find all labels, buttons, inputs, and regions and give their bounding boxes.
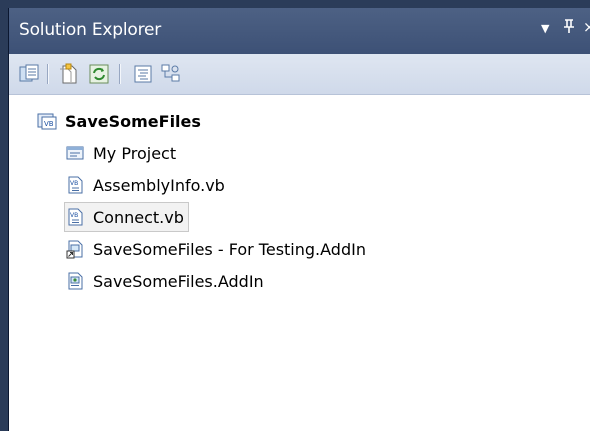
tree-root-label: SaveSomeFiles	[65, 111, 201, 131]
my-project-icon	[65, 143, 85, 163]
tree-item-label: SaveSomeFiles - For Testing.AddIn	[93, 239, 366, 259]
svg-text:VB: VB	[44, 120, 54, 128]
refresh-icon[interactable]	[87, 62, 111, 86]
addin-shortcut-icon	[65, 239, 85, 259]
view-code-icon[interactable]	[131, 62, 155, 86]
tree-item-connect-selected[interactable]: VB Connect.vb	[64, 202, 189, 232]
vb-project-icon: VB	[37, 111, 57, 131]
toolbar	[9, 54, 590, 95]
tree-item-addin-file[interactable]: SaveSomeFiles.AddIn	[65, 268, 264, 294]
solution-explorer-panel: Solution Explorer ▼ × VB SaveSomeFiles M…	[8, 8, 590, 431]
vb-file-icon: VB	[65, 175, 85, 195]
vb-file-icon: VB	[65, 207, 85, 227]
solution-tree: VB SaveSomeFiles My Project VB AssemblyI…	[9, 94, 590, 431]
tree-item-label: My Project	[93, 143, 177, 163]
dropdown-icon[interactable]: ▼	[541, 22, 549, 35]
tree-root-project[interactable]: VB SaveSomeFiles	[37, 108, 201, 134]
addin-file-icon	[65, 271, 85, 291]
tree-item-label: AssemblyInfo.vb	[93, 175, 225, 195]
close-icon[interactable]: ×	[583, 18, 590, 36]
title-bar[interactable]: Solution Explorer ▼ ×	[9, 8, 590, 54]
show-all-files-icon[interactable]	[57, 62, 81, 86]
tree-item-label: SaveSomeFiles.AddIn	[93, 271, 264, 291]
svg-text:VB: VB	[70, 212, 78, 219]
tree-item-label: Connect.vb	[93, 207, 184, 227]
class-diagram-icon[interactable]	[159, 62, 183, 86]
toolbar-separator	[119, 64, 121, 84]
tree-item-my-project[interactable]: My Project	[65, 140, 176, 166]
panel-title: Solution Explorer	[19, 20, 162, 40]
properties-icon[interactable]	[17, 62, 41, 86]
svg-text:VB: VB	[70, 180, 78, 187]
toolbar-separator	[47, 64, 49, 84]
pin-icon[interactable]	[563, 18, 575, 38]
tree-item-addin-testing[interactable]: SaveSomeFiles - For Testing.AddIn	[65, 236, 366, 262]
tree-item-assemblyinfo[interactable]: VB AssemblyInfo.vb	[65, 172, 225, 198]
